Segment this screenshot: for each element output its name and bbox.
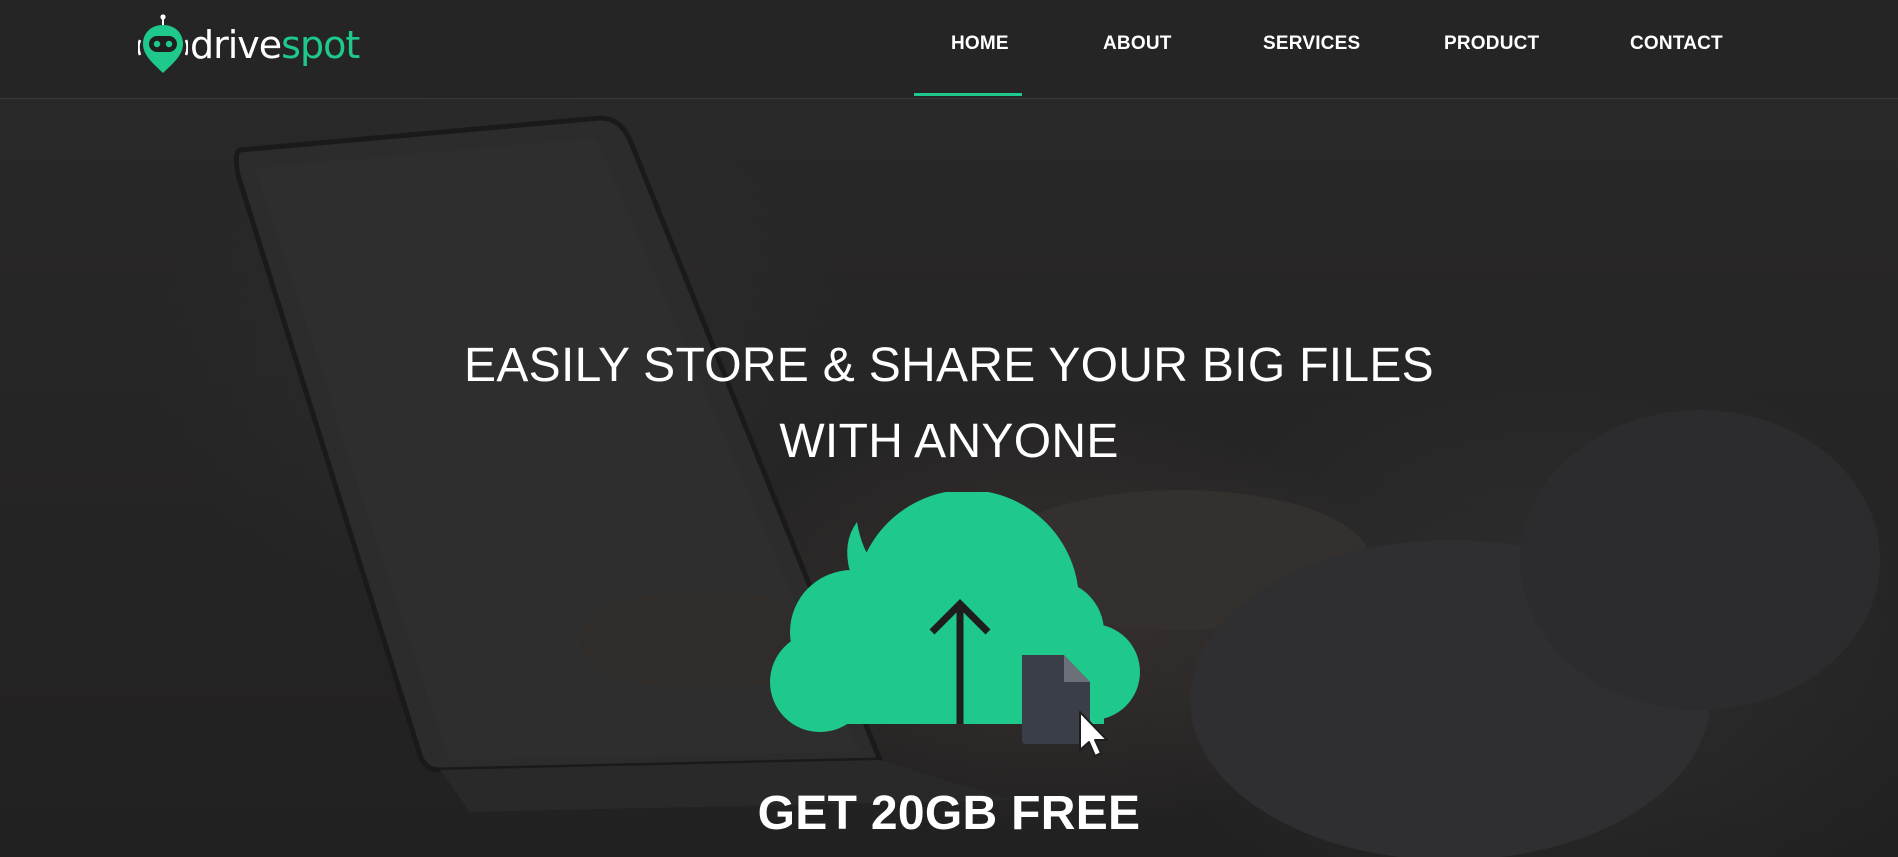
nav-contact[interactable]: CONTACT [1630, 33, 1723, 55]
nav-product[interactable]: PRODUCT [1444, 33, 1539, 55]
hero-headline-line1: EASILY STORE & SHARE YOUR BIG FILES [464, 339, 1434, 392]
hero-headline-line2: WITH ANYONE [779, 415, 1119, 468]
free-storage-cta[interactable]: GET 20GB FREE [0, 786, 1898, 841]
nav-services[interactable]: SERVICES [1263, 33, 1360, 55]
main-navigation: HOME ABOUT SERVICES PRODUCT CONTACT [0, 0, 1898, 99]
nav-about[interactable]: ABOUT [1103, 33, 1172, 55]
cloud-upload-icon [770, 492, 1140, 757]
nav-home[interactable]: HOME [951, 33, 1009, 55]
active-nav-indicator [914, 93, 1022, 96]
site-header: drivespot HOME ABOUT SERVICES PRODUCT CO… [0, 0, 1898, 99]
